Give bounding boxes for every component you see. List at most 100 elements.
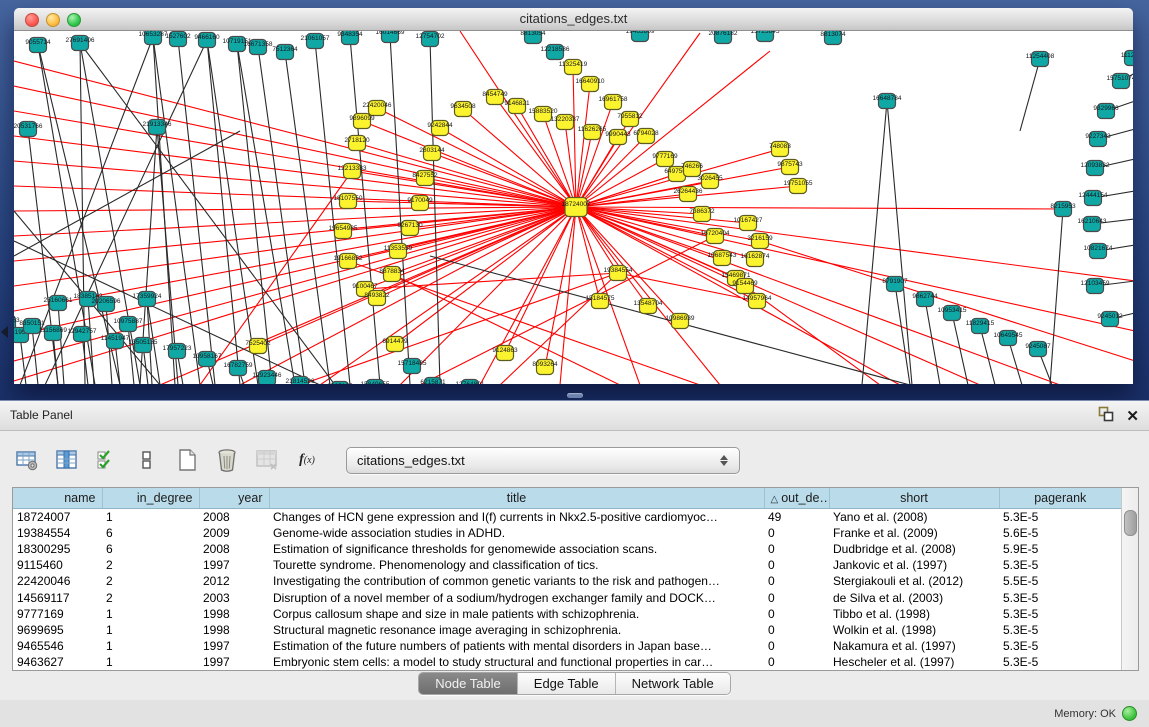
citation-edge-black[interactable] bbox=[237, 44, 272, 384]
table-row[interactable]: 2242004622012Investigating the contribut… bbox=[13, 573, 1121, 589]
graph-node-label: 16162874 bbox=[741, 253, 770, 260]
column-header-title[interactable]: title bbox=[269, 488, 764, 509]
citation-edge-black[interactable] bbox=[390, 35, 410, 384]
citation-edge-red[interactable] bbox=[14, 207, 576, 236]
network-svg[interactable]: 1872400722420046989609927181201221338318… bbox=[14, 31, 1133, 384]
delete-trash-icon[interactable] bbox=[212, 445, 242, 475]
column-header-pagerank[interactable]: pagerank bbox=[999, 488, 1121, 509]
citation-edge-red[interactable] bbox=[480, 207, 576, 384]
citation-edge-black[interactable] bbox=[315, 41, 350, 384]
citation-edge-black[interactable] bbox=[207, 40, 258, 384]
new-table-icon[interactable] bbox=[172, 445, 202, 475]
citation-edge-black[interactable] bbox=[887, 101, 912, 384]
network-window-titlebar[interactable]: citations_edges.txt bbox=[14, 8, 1133, 31]
graph-node-label: 9170049 bbox=[407, 197, 433, 204]
graph-node-label: 746266 bbox=[681, 163, 703, 170]
table-row[interactable]: 1456911722003Disruption of a novel membe… bbox=[13, 589, 1121, 605]
citation-edge-red[interactable] bbox=[576, 207, 1133, 331]
table-scrollbar-thumb[interactable] bbox=[1124, 510, 1137, 536]
tab-edge-table[interactable]: Edge Table bbox=[518, 673, 616, 694]
citation-edge-red[interactable] bbox=[576, 207, 900, 384]
citation-edge-red[interactable] bbox=[392, 274, 620, 384]
citation-edge-black[interactable] bbox=[88, 299, 94, 384]
graph-node-label: 10687543 bbox=[708, 252, 737, 259]
network-canvas[interactable]: 1872400722420046989609927181201221338318… bbox=[14, 31, 1133, 384]
citation-edge-red[interactable] bbox=[576, 207, 1063, 209]
citation-edge-black[interactable] bbox=[207, 40, 240, 384]
table-row[interactable]: 1872400712008Changes of HCN gene express… bbox=[13, 509, 1121, 526]
graph-node-label: 10167427 bbox=[734, 217, 763, 224]
citation-edge-black[interactable] bbox=[237, 44, 295, 384]
table-row[interactable]: 977716911998Corpus callosum shape and si… bbox=[13, 606, 1121, 622]
import-table-icon bbox=[252, 445, 282, 475]
citation-edge-red[interactable] bbox=[432, 153, 576, 207]
table-row[interactable]: 911546021997Tourette syndrome. Phenomeno… bbox=[13, 557, 1121, 573]
graph-node-label: 8878834 bbox=[379, 268, 405, 275]
graph-node-label: 26264436 bbox=[674, 188, 703, 195]
table-settings-icon[interactable] bbox=[12, 445, 42, 475]
graph-node-label: 8350151 bbox=[19, 320, 45, 327]
close-panel-icon[interactable]: ✕ bbox=[1126, 408, 1139, 426]
citation-edge-red[interactable] bbox=[14, 207, 576, 261]
sort-ascending-icon: △ bbox=[771, 494, 779, 505]
citation-edge-black[interactable] bbox=[1020, 59, 1040, 131]
citation-edge-red[interactable] bbox=[14, 207, 576, 286]
graph-node-label: 15184575 bbox=[586, 295, 615, 302]
table-row[interactable]: 946554611997Estimation of the future num… bbox=[13, 638, 1121, 654]
citation-edge-black[interactable] bbox=[862, 101, 887, 384]
table-scrollbar[interactable] bbox=[1121, 488, 1138, 670]
graph-node-label: 9242844 bbox=[427, 122, 453, 129]
node-table: name in_degree year title △out_de… short… bbox=[12, 487, 1139, 671]
citation-edge-black[interactable] bbox=[58, 303, 64, 384]
graph-node-label: 3026455 bbox=[697, 175, 723, 182]
citation-edge-black[interactable] bbox=[1050, 209, 1063, 384]
citation-edge-red[interactable] bbox=[545, 207, 576, 367]
citation-edge-red[interactable] bbox=[500, 273, 618, 384]
graph-node-label: 8427552 bbox=[412, 172, 438, 179]
graph-node-label: 22420046 bbox=[363, 102, 392, 109]
tab-network-table[interactable]: Network Table bbox=[616, 673, 730, 694]
table-row[interactable]: 1830029562008Estimation of significance … bbox=[13, 541, 1121, 557]
collapse-panel-arrow-icon[interactable] bbox=[1, 326, 8, 338]
tab-node-table[interactable]: Node Table bbox=[419, 673, 518, 694]
graph-node-label: 748083 bbox=[769, 143, 791, 150]
citation-edge-black[interactable] bbox=[350, 37, 380, 384]
citation-edge-black[interactable] bbox=[28, 129, 58, 384]
graph-node-label: 10653287 bbox=[139, 31, 168, 38]
table-panel-title: Table Panel bbox=[10, 408, 73, 422]
graph-node-label: 9990443 bbox=[605, 131, 631, 138]
graph-node-label: 12764801 bbox=[456, 381, 485, 384]
citation-edge-red[interactable] bbox=[14, 161, 576, 207]
graph-node-label: 8813074 bbox=[820, 31, 846, 38]
float-panel-icon[interactable] bbox=[1098, 406, 1114, 427]
table-row[interactable]: 1938455462009Genome-wide association stu… bbox=[13, 525, 1121, 541]
graph-node-label: 16671358 bbox=[244, 41, 273, 48]
function-builder-icon[interactable]: f(x) bbox=[292, 445, 322, 475]
row-height-icon[interactable] bbox=[132, 445, 162, 475]
graph-node-label: 20206596 bbox=[92, 298, 121, 305]
graph-node-label: 9245087 bbox=[1025, 343, 1051, 350]
citation-edge-red[interactable] bbox=[576, 207, 1060, 384]
citation-edge-red[interactable] bbox=[576, 207, 648, 306]
graph-node-label: 15849655 bbox=[361, 381, 390, 384]
citation-edge-red[interactable] bbox=[400, 207, 576, 384]
select-checks-icon[interactable] bbox=[92, 445, 122, 475]
citation-edge-black[interactable] bbox=[430, 39, 440, 384]
citation-edge-red[interactable] bbox=[14, 207, 576, 361]
table-source-select[interactable]: citations_edges.txt bbox=[346, 447, 740, 474]
splitter-handle[interactable] bbox=[567, 393, 583, 398]
column-header-short[interactable]: short bbox=[829, 488, 999, 509]
column-header-year[interactable]: year bbox=[199, 488, 269, 509]
column-header-name[interactable]: name bbox=[13, 488, 102, 509]
column-header-out-degree[interactable]: △out_de… bbox=[764, 488, 829, 509]
table-row[interactable]: 969969511998Structural magnetic resonanc… bbox=[13, 622, 1121, 638]
graph-node-label: 13548704 bbox=[634, 300, 663, 307]
table-panel-titlebar[interactable]: Table Panel ✕ bbox=[0, 401, 1149, 431]
memory-ok-indicator-icon[interactable] bbox=[1122, 706, 1137, 721]
table-row[interactable]: 946362711997Embryonic stem cells: a mode… bbox=[13, 654, 1121, 670]
citation-edge-black[interactable] bbox=[285, 52, 330, 384]
column-visibility-icon[interactable] bbox=[52, 445, 82, 475]
network-window[interactable]: citations_edges.txt 18724007224200469896… bbox=[14, 8, 1133, 384]
graph-node-label: 10975887 bbox=[114, 318, 143, 325]
column-header-in-degree[interactable]: in_degree bbox=[102, 488, 199, 509]
